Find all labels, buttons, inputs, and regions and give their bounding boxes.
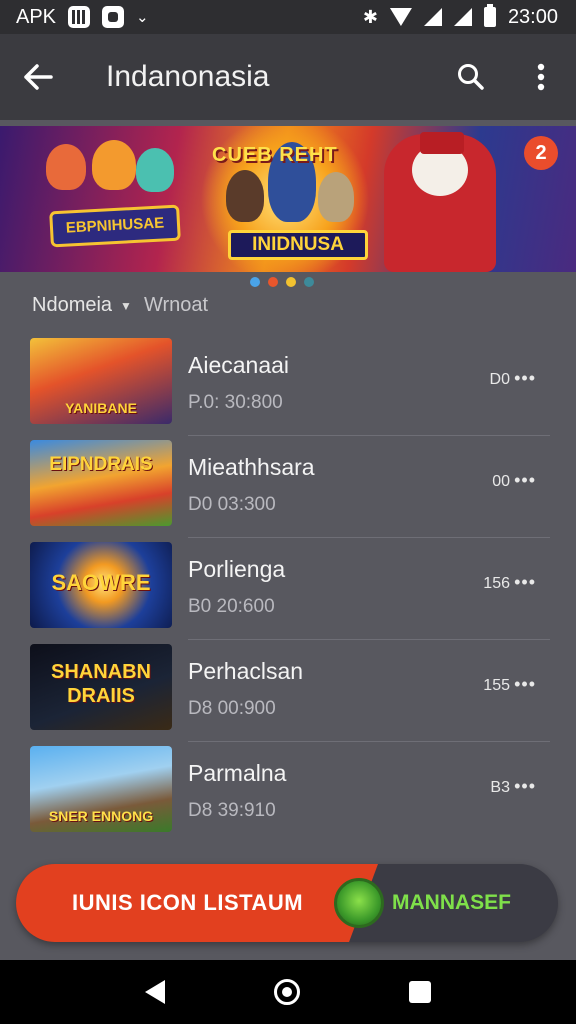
nav-home-icon[interactable]	[273, 979, 300, 1005]
status-time: 23:00	[507, 5, 558, 28]
thumbnail-label: SAOWRE	[51, 570, 151, 595]
game-title: Parmalna	[188, 760, 287, 786]
cta-button[interactable]: IUNIS ICON LISTAUM MANNASEF	[16, 864, 558, 942]
page-title: Indanonasia	[106, 60, 270, 93]
carousel-dot[interactable]	[250, 277, 260, 287]
list-item[interactable]: EIPNDRAIS Mieathhsara D0 03:300 00 •••	[0, 436, 576, 538]
game-meta: 156	[483, 575, 510, 592]
carousel-dot[interactable]	[286, 277, 296, 287]
cta-left[interactable]: IUNIS ICON LISTAUM	[16, 864, 378, 942]
thumbnail-label: EIPNDRAIS	[49, 454, 153, 475]
game-meta: D0	[489, 371, 510, 388]
game-title: Perhaclsan	[188, 658, 304, 684]
filter-row: Ndomeia ▼ Wrnoat	[32, 294, 208, 317]
game-list: YANIBANE Aiecanaai P.0: 30:800 D0 ••• EI…	[0, 334, 576, 844]
list-item[interactable]: YANIBANE Aiecanaai P.0: 30:800 D0 •••	[0, 334, 576, 436]
battery-icon	[483, 4, 496, 27]
game-subtitle: D8 39:910	[188, 800, 276, 821]
signal-icon-2	[453, 8, 472, 26]
thumbnail-label: SHANABN DRAIIS	[51, 661, 151, 707]
bluetooth-icon: ✱	[362, 6, 378, 27]
notification-icon	[102, 6, 125, 28]
thumbnail-label: SNER ENNONG	[48, 808, 154, 824]
list-item[interactable]: SNER ENNONG Parmalna D8 39:910 B3 •••	[0, 742, 576, 844]
status-right: ✱ 23:00	[362, 4, 558, 29]
sort-filter[interactable]: Wrnoat	[144, 294, 208, 317]
more-horiz-icon[interactable]: •••	[514, 776, 536, 797]
signal-icon	[423, 8, 442, 26]
status-left: APK ⌄	[16, 6, 149, 29]
shield-icon	[334, 878, 384, 928]
region-filter[interactable]: Ndomeia	[32, 294, 112, 317]
game-subtitle: P.0: 30:800	[188, 392, 283, 413]
status-carrier: APK	[16, 5, 57, 28]
list-item[interactable]: SHANABN DRAIIS Perhaclsan D8 00:900 155 …	[0, 640, 576, 742]
carousel-dot[interactable]	[268, 277, 278, 287]
more-horiz-icon[interactable]: •••	[514, 470, 536, 491]
banner-character	[92, 140, 136, 190]
game-meta: B3	[490, 779, 510, 796]
game-thumbnail[interactable]: SAOWRE	[30, 542, 172, 628]
search-icon[interactable]	[436, 34, 506, 120]
banner-mascot-hat	[420, 132, 464, 154]
game-subtitle: D0 03:300	[188, 494, 276, 515]
banner-left-label: EBPNIHUSAE	[49, 204, 181, 248]
cta-left-label: IUNIS ICON LISTAUM	[72, 890, 304, 915]
carousel-dot[interactable]	[304, 277, 314, 287]
app-bar: Indanonasia	[0, 34, 576, 120]
game-subtitle: B0 20:600	[188, 596, 275, 617]
arrow-back-icon[interactable]	[0, 34, 76, 120]
nav-back-icon[interactable]	[144, 980, 165, 1004]
game-title: Mieathhsara	[188, 454, 315, 480]
banner-character	[318, 172, 354, 222]
game-title: Aiecanaai	[188, 352, 290, 378]
promo-banner[interactable]: EBPNIHUSAE CUEB REHT INIDNUSA 2	[0, 126, 576, 272]
more-horiz-icon[interactable]: •••	[514, 572, 536, 593]
more-horiz-icon[interactable]: •••	[514, 368, 536, 389]
game-thumbnail[interactable]: YANIBANE	[30, 338, 172, 424]
game-subtitle: D8 00:900	[188, 698, 276, 719]
banner-top-label: CUEB REHT	[212, 144, 338, 166]
banner-mid-label: INIDNUSA	[228, 230, 368, 260]
more-horiz-icon[interactable]: •••	[514, 674, 536, 695]
wifi-icon	[389, 8, 412, 26]
game-title: Porliengа	[188, 556, 286, 582]
app-notification-icon	[68, 6, 91, 28]
thumbnail-label: YANIBANE	[65, 400, 137, 416]
banner-badge: 2	[524, 136, 558, 170]
nav-bar	[0, 960, 576, 1024]
game-thumbnail[interactable]: SNER ENNONG	[30, 746, 172, 832]
game-meta: 00	[492, 473, 510, 490]
nav-recents-icon[interactable]	[409, 981, 432, 1003]
more-vert-icon[interactable]	[506, 34, 576, 120]
list-item[interactable]: SAOWRE Porliengа B0 20:600 156 •••	[0, 538, 576, 640]
carousel-dots[interactable]	[250, 277, 314, 287]
cta-right-label: MANNASEF	[392, 891, 511, 914]
game-meta: 155	[483, 677, 510, 694]
game-thumbnail[interactable]: SHANABN DRAIIS	[30, 644, 172, 730]
game-thumbnail[interactable]: EIPNDRAIS	[30, 440, 172, 526]
chevron-down-icon[interactable]: ▼	[120, 299, 132, 313]
banner-character	[46, 144, 86, 190]
banner-character	[136, 148, 174, 192]
banner-character	[226, 170, 264, 222]
download-icon: ⌄	[136, 9, 149, 26]
status-bar: APK ⌄ ✱ 23:00	[0, 0, 576, 34]
